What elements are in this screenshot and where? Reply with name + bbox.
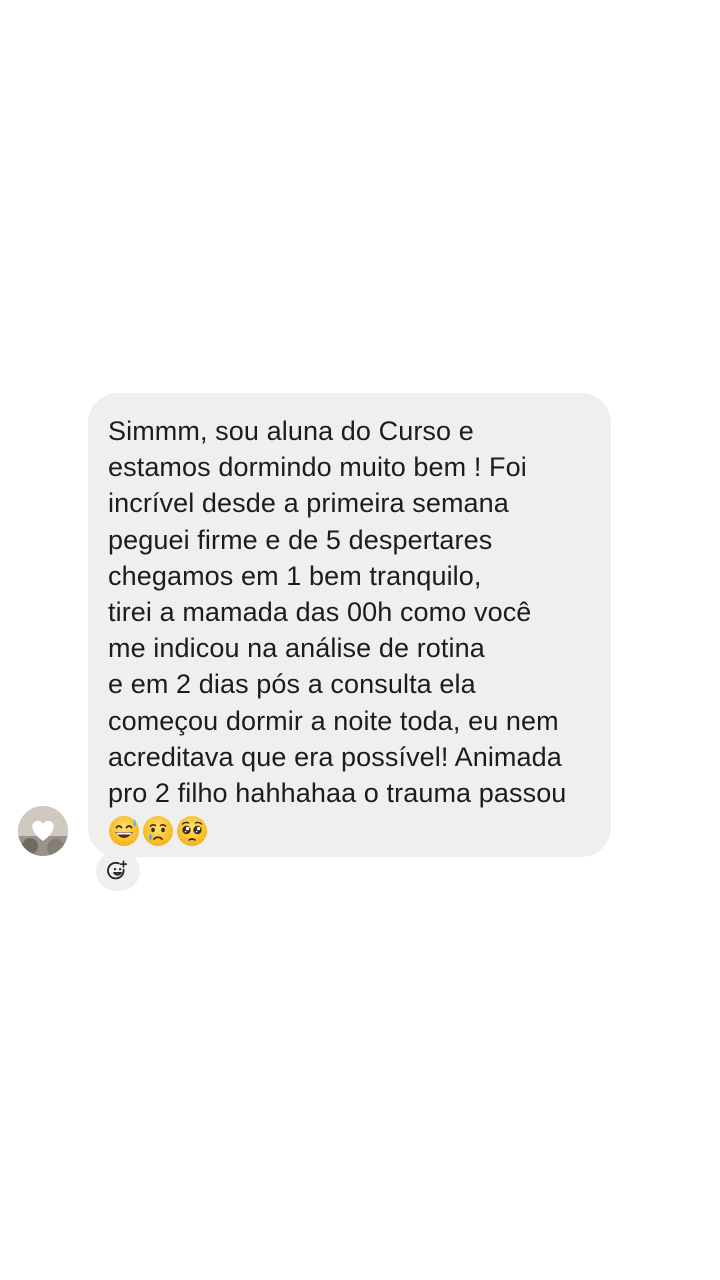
add-reaction-icon (107, 860, 128, 880)
message-line: tirei a mamada das 00h como você (108, 597, 532, 628)
message-emoji-row (108, 813, 595, 849)
message-text: Simmm, sou aluna do Curso e estamos dorm… (108, 413, 595, 811)
message-line: chegamos em 1 bem tranquilo, (108, 560, 482, 591)
message-line: pro 2 filho hahhahaa o trauma passou (108, 778, 567, 809)
crying-face-icon (143, 816, 173, 847)
chat-screen: Simmm, sou aluna do Curso e estamos dorm… (0, 0, 720, 1280)
add-reaction-button[interactable] (96, 851, 140, 891)
message-line: começou dormir a noite toda, eu nem (108, 705, 559, 736)
message-line: peguei firme e de 5 despertares (108, 524, 493, 555)
message-line: e em 2 dias pós a consulta ela (108, 669, 476, 700)
grinning-face-with-sweat-icon (109, 816, 139, 847)
message-line: incrível desde a primeira semana (108, 488, 509, 519)
message-line: estamos dormindo muito bem ! Foi (108, 452, 527, 483)
profile-photo-avatar (18, 806, 68, 856)
message-line: me indicou na análise de rotina (108, 633, 485, 664)
received-message-bubble[interactable]: Simmm, sou aluna do Curso e estamos dorm… (88, 393, 611, 857)
sender-avatar[interactable] (18, 806, 68, 856)
message-line: acreditava que era possível! Animada (108, 741, 562, 772)
message-line: Simmm, sou aluna do Curso e (108, 416, 474, 446)
pleading-face-icon (177, 816, 207, 847)
